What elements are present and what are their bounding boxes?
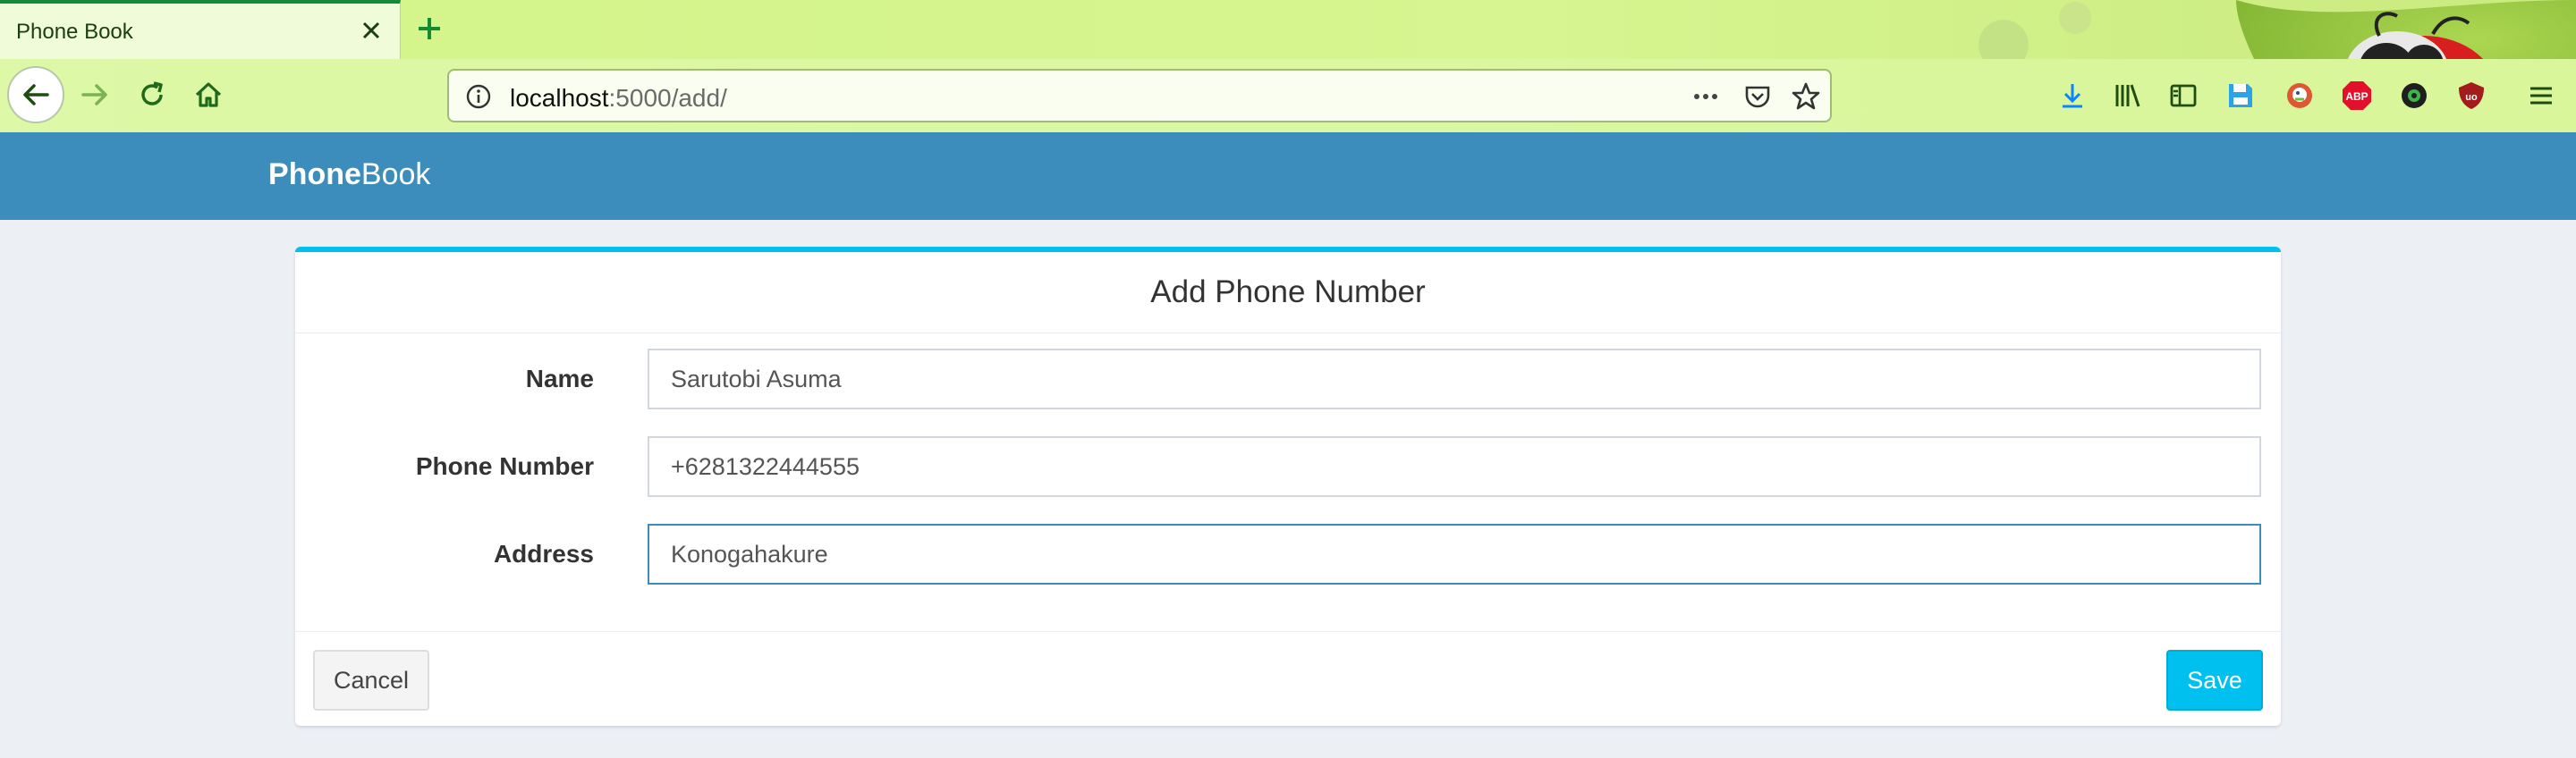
url-bar[interactable]: localhost:5000/add/ [447, 69, 1832, 122]
privacy-badger-icon[interactable] [2395, 77, 2433, 114]
close-tab-icon[interactable] [357, 16, 386, 45]
browser-tab[interactable]: Phone Book [0, 0, 401, 59]
phone-number-input[interactable] [648, 436, 2261, 497]
download-icon[interactable] [2054, 77, 2091, 114]
phone-number-label: Phone Number [415, 452, 594, 480]
app-header: PhoneBook [0, 132, 2576, 220]
form-title: Add Phone Number [295, 252, 2281, 333]
menu-icon[interactable] [2522, 77, 2560, 114]
home-icon[interactable] [182, 68, 235, 122]
address-label: Address [493, 540, 594, 568]
reload-icon[interactable] [125, 68, 179, 122]
sidebar-icon[interactable] [2165, 77, 2202, 114]
pocket-icon[interactable] [1742, 81, 1773, 112]
forward-arrow-icon[interactable] [68, 68, 122, 122]
back-arrow-icon[interactable] [7, 66, 64, 123]
more-icon[interactable] [1690, 81, 1721, 112]
save-button[interactable]: Save [2166, 650, 2263, 711]
url-path: :5000/add/ [608, 84, 727, 112]
name-input[interactable] [648, 349, 2261, 409]
url-host: localhost [510, 84, 609, 112]
cancel-button[interactable]: Cancel [313, 650, 429, 711]
adblock-label: ABP [2345, 90, 2368, 103]
url-text[interactable]: localhost:5000/add/ [510, 84, 727, 113]
save-icon[interactable] [2222, 77, 2259, 114]
name-label: Name [525, 365, 594, 392]
brand-logo[interactable]: PhoneBook [268, 157, 430, 192]
duckduckgo-icon[interactable] [2281, 77, 2318, 114]
add-phone-form-card: Add Phone Number Name Phone Number Addre… [295, 247, 2281, 726]
brand-bold: Phone [268, 157, 361, 191]
adblock-plus-icon[interactable]: ABP [2338, 77, 2376, 114]
library-icon[interactable] [2109, 77, 2147, 114]
bookmark-star-icon[interactable] [1791, 81, 1821, 112]
ublock-origin-icon[interactable]: uo [2453, 77, 2490, 114]
address-input[interactable] [648, 524, 2261, 585]
tab-title: Phone Book [16, 20, 133, 44]
ublock-label: uo [2465, 92, 2478, 103]
form-footer: Cancel Save [295, 631, 2281, 727]
brand-light: Book [360, 157, 431, 191]
new-tab-icon[interactable] [411, 11, 447, 46]
info-icon[interactable] [463, 81, 494, 112]
browser-toolbar: localhost:5000/add/ ABP uo [0, 59, 2576, 133]
